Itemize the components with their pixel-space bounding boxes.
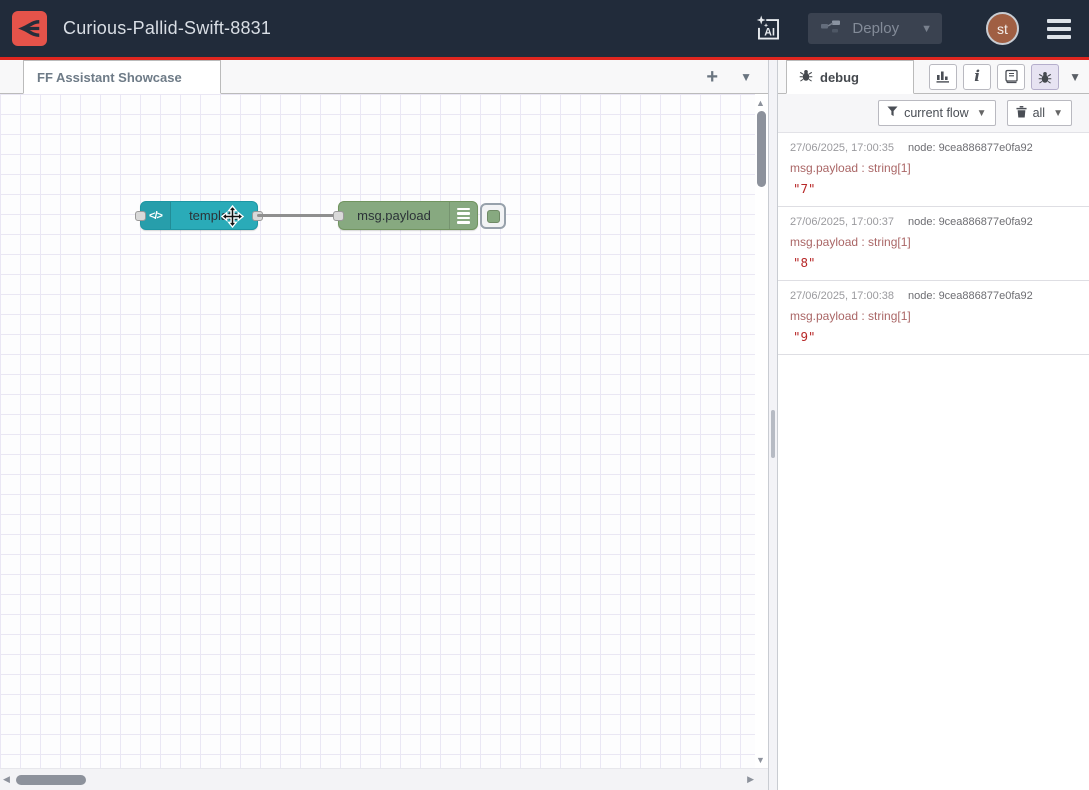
message-timestamp: 27/06/2025, 17:00:37: [790, 216, 894, 228]
debug-message[interactable]: 27/06/2025, 17:00:37 node: 9cea886877e0f…: [778, 207, 1089, 281]
canvas-vertical-scrollbar[interactable]: ▲ ▼: [755, 94, 768, 768]
sidebar-tabbar: debug i: [778, 60, 1089, 94]
instance-title: Curious-Pallid-Swift-8831: [63, 18, 271, 39]
flowfuse-logo-icon: [12, 11, 47, 46]
scroll-down-icon[interactable]: ▼: [756, 755, 765, 765]
avatar-initials: st: [997, 21, 1008, 37]
message-value[interactable]: "7": [790, 181, 1079, 196]
message-node-id: node: 9cea886877e0fa92: [908, 142, 1033, 154]
horizontal-scroll-thumb[interactable]: [16, 775, 86, 785]
message-node-id: node: 9cea886877e0fa92: [908, 290, 1033, 302]
debug-filter-label: current flow: [904, 106, 969, 120]
deploy-icon: [820, 18, 842, 39]
bug-icon: [799, 68, 813, 87]
sidebar-splitter[interactable]: [768, 60, 778, 790]
move-cursor-icon: [221, 205, 244, 228]
message-value[interactable]: "9": [790, 329, 1079, 344]
debug-sidebar: debug i: [778, 60, 1089, 790]
debug-filterbar: current flow ▼ all ▼: [778, 94, 1089, 133]
funnel-icon: [887, 106, 898, 120]
debug-clear-button[interactable]: all ▼: [1007, 100, 1072, 126]
debug-filter-button[interactable]: current flow ▼: [878, 100, 996, 126]
template-node-label: template: [171, 208, 257, 223]
sidebar-tabs-caret-icon[interactable]: ▼: [1069, 70, 1081, 84]
deploy-button[interactable]: Deploy ▼: [808, 13, 942, 44]
debug-enable-toggle[interactable]: [480, 203, 506, 229]
svg-text:AI: AI: [765, 26, 776, 38]
debug-node-label: msg.payload: [339, 208, 449, 223]
scroll-up-icon[interactable]: ▲: [756, 98, 765, 108]
canvas-horizontal-scrollbar[interactable]: ◀ ▶: [0, 768, 768, 790]
node-debug-msg-payload[interactable]: msg.payload: [338, 201, 478, 230]
deploy-options-caret-icon[interactable]: ▼: [913, 23, 932, 35]
bug-icon[interactable]: [1031, 64, 1059, 90]
message-value[interactable]: "8": [790, 255, 1079, 270]
debug-output-icon: [449, 202, 477, 229]
scroll-left-icon[interactable]: ◀: [3, 774, 10, 785]
template-input-port[interactable]: [135, 211, 146, 221]
trash-icon: [1016, 106, 1027, 121]
message-property[interactable]: msg.payload : string[1]: [790, 309, 1079, 323]
message-property[interactable]: msg.payload : string[1]: [790, 235, 1079, 249]
workspace: FF Assistant Showcase + ▼ </> template: [0, 60, 768, 790]
dashboard-chart-icon[interactable]: [929, 64, 957, 90]
flow-list-caret-icon[interactable]: ▼: [738, 70, 754, 84]
flow-tab-ff-assistant-showcase[interactable]: FF Assistant Showcase: [23, 60, 221, 94]
debug-clear-label: all: [1033, 106, 1046, 120]
deploy-label: Deploy: [852, 20, 899, 37]
canvas-wrap: </> template msg.payload: [0, 94, 768, 790]
splitter-drag-handle[interactable]: [771, 410, 775, 458]
user-avatar[interactable]: st: [986, 12, 1019, 45]
message-timestamp: 27/06/2025, 17:00:35: [790, 142, 894, 154]
wire-template-to-debug[interactable]: [257, 214, 340, 217]
sidebar-tabbar-lead: [778, 60, 786, 93]
filter-caret-icon: ▼: [977, 108, 987, 119]
add-flow-button[interactable]: +: [702, 67, 722, 87]
message-timestamp: 27/06/2025, 17:00:38: [790, 290, 894, 302]
message-property[interactable]: msg.payload : string[1]: [790, 161, 1079, 175]
main-menu-icon[interactable]: [1045, 15, 1073, 43]
app-header: Curious-Pallid-Swift-8831 AI Deploy ▼ st: [0, 0, 1089, 57]
sidebar-tab-label: debug: [820, 70, 859, 85]
debug-message[interactable]: 27/06/2025, 17:00:38 node: 9cea886877e0f…: [778, 281, 1089, 355]
vertical-scroll-thumb[interactable]: [757, 111, 766, 187]
tabbar-lead: [0, 60, 23, 93]
message-node-id: node: 9cea886877e0fa92: [908, 216, 1033, 228]
debug-input-port[interactable]: [333, 211, 344, 221]
debug-message-list: 27/06/2025, 17:00:35 node: 9cea886877e0f…: [778, 133, 1089, 790]
ai-assistant-button[interactable]: AI: [755, 15, 782, 43]
flow-canvas[interactable]: </> template msg.payload: [0, 94, 755, 768]
clear-caret-icon: ▼: [1053, 108, 1063, 119]
scroll-right-icon[interactable]: ▶: [747, 774, 754, 785]
flow-tabbar: FF Assistant Showcase + ▼: [0, 60, 768, 94]
book-icon[interactable]: [997, 64, 1025, 90]
debug-message[interactable]: 27/06/2025, 17:00:35 node: 9cea886877e0f…: [778, 133, 1089, 207]
info-icon[interactable]: i: [963, 64, 991, 90]
flow-tab-label: FF Assistant Showcase: [37, 70, 182, 85]
sidebar-tab-debug[interactable]: debug: [786, 60, 914, 94]
